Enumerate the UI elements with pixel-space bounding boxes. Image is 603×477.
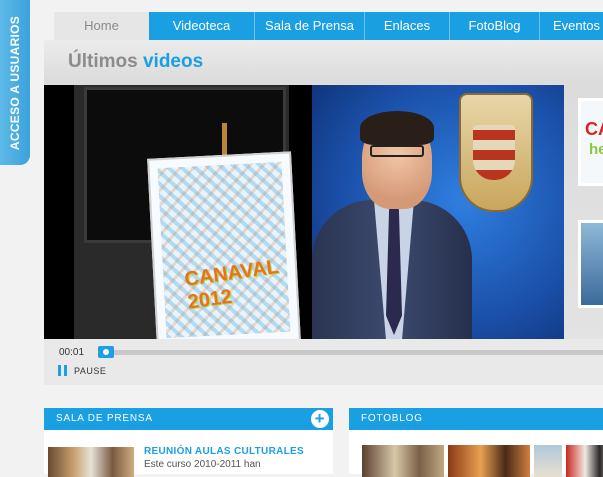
main-nav: Home Videoteca Sala de Prensa Enlaces Fo… <box>54 12 603 40</box>
section-title: Últimos videos <box>68 51 203 73</box>
news-excerpt: Este curso 2010-2011 han <box>144 459 261 470</box>
pause-label[interactable]: PAUSE <box>74 366 106 376</box>
seek-bar[interactable] <box>98 350 603 355</box>
tab-videoteca[interactable]: Videoteca <box>149 12 255 40</box>
tab-fotoblog[interactable]: FotoBlog <box>450 12 540 40</box>
speaker-hair <box>360 111 434 145</box>
user-access-tab[interactable]: ACCESO A USUARIOS <box>0 0 30 165</box>
news-title-link[interactable]: REUNIÓN AULAS CULTURALES <box>144 446 304 457</box>
video-thumbnail[interactable] <box>578 220 603 308</box>
fotoblog-body <box>349 430 603 477</box>
video-thumbnail[interactable]: CA he <box>578 98 603 186</box>
coat-of-arms-image <box>459 93 533 212</box>
tab-home[interactable]: Home <box>54 12 149 40</box>
latest-videos-panel: Últimos videos CANAVAL 2012 CA he 00:01 … <box>44 40 603 385</box>
title-prefix: Últimos <box>68 51 138 72</box>
news-image[interactable] <box>48 447 134 477</box>
video-player[interactable]: CANAVAL 2012 <box>44 85 564 339</box>
fotoblog-photo[interactable] <box>534 445 562 477</box>
press-room-heading: SALA DE PRENSA <box>56 413 153 424</box>
fotoblog-header: FOTOBLOG <box>349 408 603 430</box>
fotoblog-photo[interactable] <box>362 445 444 477</box>
thumbnail-text: he <box>589 141 603 158</box>
player-controls: 00:01 PAUSE <box>44 339 603 385</box>
carnival-poster-image: CANAVAL 2012 <box>147 151 301 339</box>
press-room-header: SALA DE PRENSA + <box>44 408 333 430</box>
seek-handle[interactable] <box>98 346 114 358</box>
poster-art <box>157 161 291 339</box>
fotoblog-heading: FOTOBLOG <box>361 413 423 424</box>
title-highlight: videos <box>142 51 204 72</box>
tab-enlaces[interactable]: Enlaces <box>365 12 450 40</box>
press-room-body: REUNIÓN AULAS CULTURALES Este curso 2010… <box>44 430 333 477</box>
fotoblog-photo[interactable] <box>566 445 603 477</box>
user-access-label: ACCESO A USUARIOS <box>8 15 22 150</box>
elapsed-time: 00:01 <box>59 347 85 358</box>
speaker-glasses <box>370 145 424 157</box>
thumbnail-text: CA <box>585 119 603 139</box>
tab-eventos[interactable]: Eventos <box>540 12 603 40</box>
fotoblog-photo[interactable] <box>448 445 530 477</box>
pause-icon[interactable] <box>58 365 67 376</box>
tab-sala-de-prensa[interactable]: Sala de Prensa <box>255 12 365 40</box>
plus-icon[interactable]: + <box>311 410 329 428</box>
